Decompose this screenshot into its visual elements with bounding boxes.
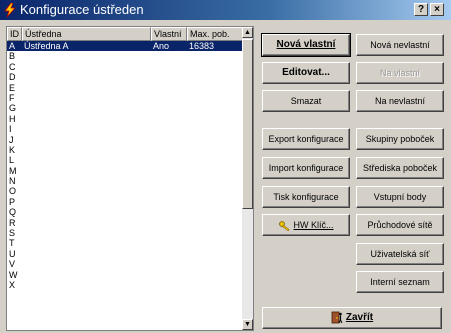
- cell-id: X: [9, 279, 16, 290]
- cell-name: Ústředna A: [24, 41, 69, 51]
- table-row[interactable]: W: [7, 270, 243, 280]
- table-row[interactable]: O: [7, 186, 243, 196]
- table-row[interactable]: P: [7, 197, 243, 207]
- column-header-name[interactable]: Ústředna: [22, 27, 151, 41]
- list-header: ID Ústředna Vlastní Max. pob.: [7, 27, 243, 41]
- new-foreign-button[interactable]: Nová nevlastní: [356, 34, 444, 56]
- cell-id: R: [9, 217, 16, 228]
- branch-groups-button[interactable]: Skupiny poboček: [356, 128, 444, 150]
- cell-id: N: [9, 176, 16, 187]
- column-header-max[interactable]: Max. pob.: [187, 27, 243, 41]
- scroll-down-button[interactable]: ▼: [242, 319, 253, 330]
- cell-id: W: [9, 269, 18, 280]
- internal-list-button[interactable]: Interní seznam: [356, 271, 444, 293]
- column-header-own[interactable]: Vlastní: [151, 27, 187, 41]
- cell-id: J: [9, 134, 14, 145]
- cell-id: T: [9, 238, 15, 249]
- cell-id: A: [9, 41, 16, 51]
- cell-id: P: [9, 196, 16, 207]
- table-row[interactable]: U: [7, 249, 243, 259]
- scroll-thumb[interactable]: [242, 39, 253, 209]
- close-button[interactable]: Zavřít: [262, 307, 442, 329]
- branch-centers-button[interactable]: Střediska poboček: [356, 157, 444, 179]
- cell-id: E: [9, 82, 16, 93]
- cell-id: V: [9, 259, 16, 270]
- cell-id: I: [9, 124, 12, 135]
- table-row[interactable]: N: [7, 176, 243, 186]
- close-window-button[interactable]: ×: [430, 3, 444, 16]
- cell-own: Ano: [153, 41, 170, 51]
- table-row[interactable]: A Ústředna A Ano 16383: [7, 41, 243, 52]
- window-title: Konfigurace ústředen: [20, 2, 144, 17]
- set-own-button[interactable]: Na vlastní: [356, 62, 444, 84]
- table-row[interactable]: E: [7, 83, 243, 93]
- cell-id: O: [9, 186, 17, 197]
- switchboard-list[interactable]: ID Ústředna Vlastní Max. pob. A Ústředna …: [6, 26, 254, 331]
- cell-id: G: [9, 103, 17, 114]
- table-row[interactable]: I: [7, 124, 243, 134]
- import-config-button[interactable]: Import konfigurace: [262, 157, 350, 179]
- table-row[interactable]: H: [7, 114, 243, 124]
- table-row[interactable]: V: [7, 259, 243, 269]
- door-exit-icon: [331, 311, 343, 324]
- cell-max: 16383: [189, 41, 215, 51]
- cell-id: K: [9, 144, 16, 155]
- cell-id: F: [9, 92, 15, 103]
- title-bar: Konfigurace ústředen ? ×: [0, 0, 451, 20]
- cell-id: U: [9, 248, 16, 259]
- hw-key-button[interactable]: HW Klíč...: [262, 214, 350, 236]
- print-config-button[interactable]: Tisk konfigurace: [262, 186, 350, 208]
- cell-id: B: [9, 51, 16, 62]
- cell-id: L: [9, 155, 15, 166]
- help-button[interactable]: ?: [414, 3, 428, 16]
- table-row[interactable]: R: [7, 218, 243, 228]
- table-row[interactable]: Q: [7, 207, 243, 217]
- list-rows: A Ústředna A Ano 16383 B C D E F G H I J K L M N O P Q R S T U V…: [7, 41, 243, 290]
- table-row[interactable]: T: [7, 238, 243, 248]
- cell-id: H: [9, 113, 16, 124]
- lightning-icon: [4, 3, 16, 17]
- table-row[interactable]: K: [7, 145, 243, 155]
- user-network-button[interactable]: Uživatelská síť: [356, 243, 444, 265]
- set-foreign-button[interactable]: Na nevlastní: [356, 90, 444, 112]
- cell-id: M: [9, 165, 17, 176]
- cell-id: Q: [9, 207, 17, 218]
- delete-button[interactable]: Smazat: [262, 90, 350, 112]
- export-config-button[interactable]: Export konfigurace: [262, 128, 350, 150]
- table-row[interactable]: X: [7, 280, 243, 290]
- scroll-up-button[interactable]: ▲: [242, 27, 253, 38]
- cell-id: C: [9, 61, 16, 72]
- table-row[interactable]: D: [7, 72, 243, 82]
- cell-id: S: [9, 228, 16, 239]
- key-icon: [278, 220, 290, 231]
- table-row[interactable]: J: [7, 135, 243, 145]
- transit-networks-button[interactable]: Průchodové sítě: [356, 214, 444, 236]
- table-row[interactable]: L: [7, 155, 243, 165]
- table-row[interactable]: B: [7, 51, 243, 61]
- cell-id: D: [9, 72, 16, 83]
- table-row[interactable]: F: [7, 93, 243, 103]
- input-points-button[interactable]: Vstupní body: [356, 186, 444, 208]
- table-row[interactable]: S: [7, 228, 243, 238]
- column-header-id[interactable]: ID: [7, 27, 22, 41]
- new-own-button[interactable]: Nová vlastní: [261, 33, 351, 57]
- table-row[interactable]: C: [7, 62, 243, 72]
- table-row[interactable]: G: [7, 103, 243, 113]
- vertical-scrollbar[interactable]: ▲ ▼: [242, 27, 253, 330]
- edit-button[interactable]: Editovat...: [262, 62, 350, 84]
- table-row[interactable]: M: [7, 166, 243, 176]
